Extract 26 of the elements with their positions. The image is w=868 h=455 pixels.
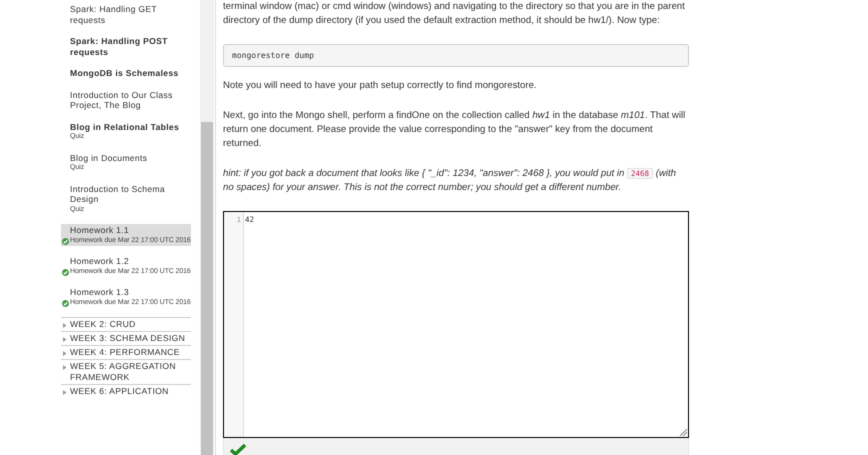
resize-grip-icon[interactable] — [679, 428, 687, 436]
item-title: Blog in Relational Tables — [70, 122, 180, 132]
item-title: Blog in Documents — [70, 152, 148, 163]
week-section-item[interactable]: WEEK 4: PERFORMANCE — [61, 345, 191, 359]
item-title: Homework 1.3 — [70, 287, 130, 298]
item-title: MongoDB is Schemaless — [70, 68, 180, 78]
code-block: mongorestore dump — [223, 44, 689, 67]
sidebar-item[interactable]: Introduction to Our Class Project, The Blog — [61, 88, 191, 112]
item-title: Spark: Handling POST requests — [70, 36, 169, 57]
paragraph: Next, go into the Mongo shell, perform a findOne on the collection called hw1 in the database m101. That will return one document. Please provide the value corresponding to the "answer" key from the document returned. — [223, 109, 686, 151]
week-section-item[interactable]: WEEK 5: AGGREGATION FRAMEWORK — [61, 359, 191, 384]
item-title: Spark: Handling GET requests — [70, 4, 158, 25]
sidebar-item[interactable]: Spark: Handling POST requests — [61, 35, 191, 58]
sidebar-item[interactable]: Spark: Handling GET requests — [61, 3, 191, 26]
week-section-item[interactable]: WEEK 6: APPLICATION — [61, 384, 191, 398]
item-title: Homework 1.1 — [70, 225, 130, 236]
paragraph: terminal window (mac) or cmd window (windows) and navigating to the directory so that you are in the parent directory of the dump directory (if you used the default extraction method, it should be hw1/). Now type: — [223, 0, 686, 28]
week-section-item[interactable]: WEEK 2: CRUD — [61, 317, 191, 331]
scrollbar-thumb[interactable] — [201, 122, 213, 455]
item-title: Introduction to Schema Design — [70, 184, 166, 204]
week-section-item[interactable]: WEEK 3: SCHEMA DESIGN — [61, 331, 191, 345]
scrollbar[interactable] — [200, 0, 214, 455]
item-title: Introduction to Our Class Project, The Blog — [70, 90, 174, 110]
paragraph: Note you will need to have your path setup correctly to find mongorestore. — [223, 79, 538, 93]
sidebar-item[interactable]: MongoDB is Schemaless — [61, 67, 191, 80]
item-title: Homework 1.2 — [70, 256, 130, 266]
